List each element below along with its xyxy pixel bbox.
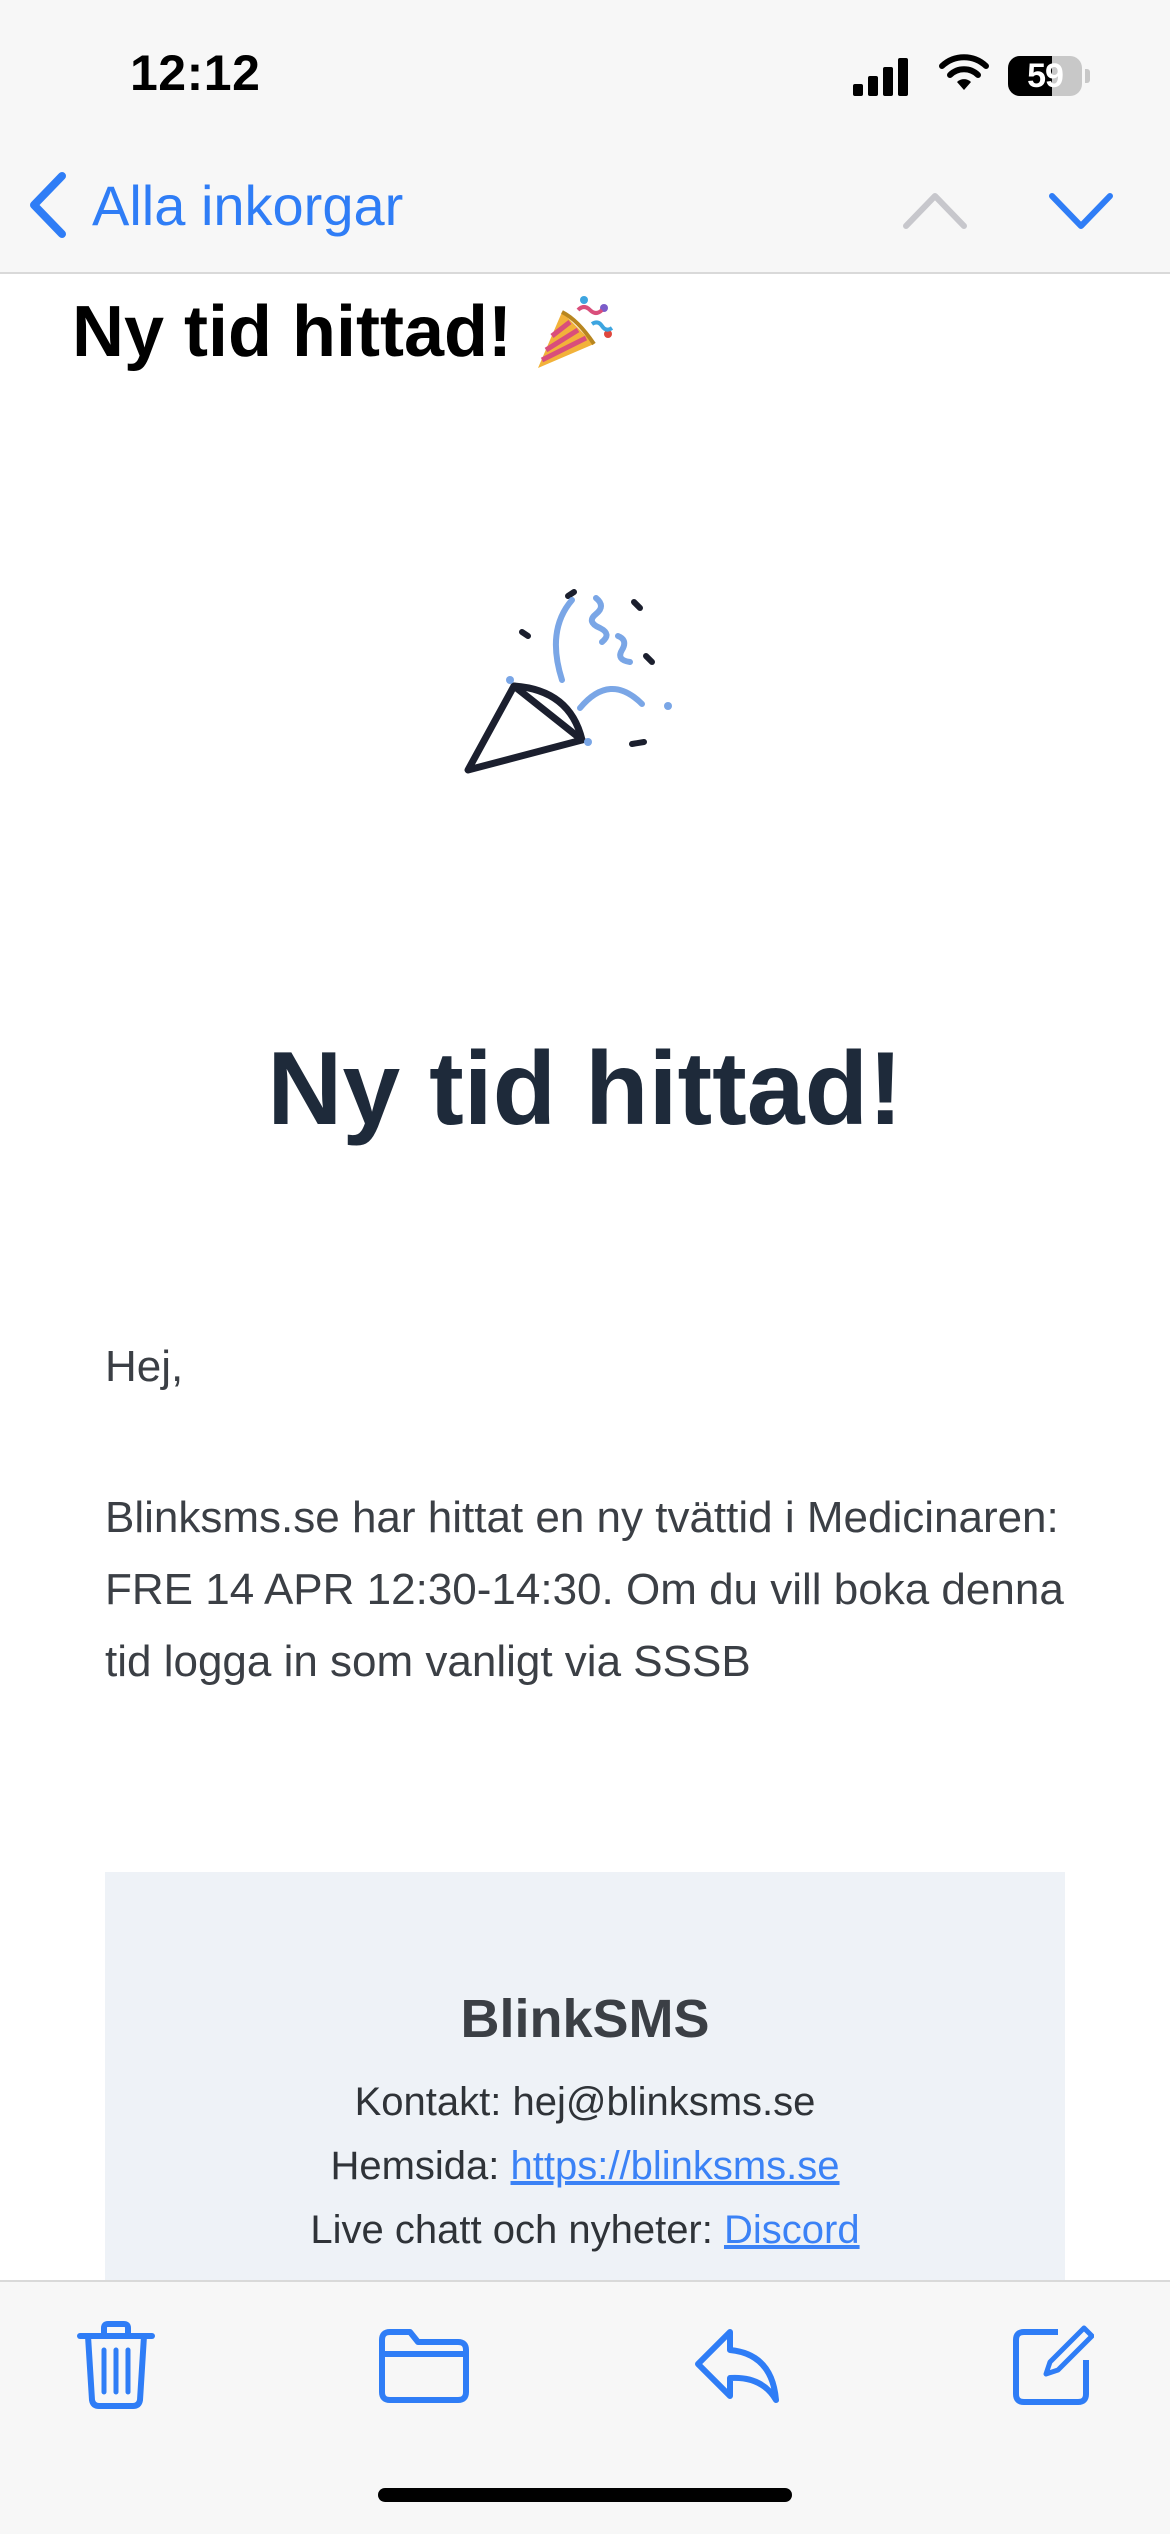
footer-contact: Kontakt: hej@blinksms.se <box>354 2080 816 2124</box>
footer-website: Hemsida: https://blinksms.se <box>105 2144 1065 2189</box>
battery-icon: 59 <box>1008 56 1090 98</box>
home-indicator[interactable] <box>378 2488 792 2502</box>
website-link[interactable]: https://blinksms.se <box>511 2144 840 2188</box>
email-greeting: Hej, <box>105 1342 184 1391</box>
trash-icon[interactable] <box>76 2320 156 2410</box>
back-label: Alla inkorgar <box>92 173 404 237</box>
status-bar: 12:12 59 <box>0 0 1170 150</box>
folder-icon[interactable] <box>376 2326 472 2406</box>
footer-title: BlinkSMS <box>460 1989 710 2049</box>
status-time: 12:12 <box>130 45 261 101</box>
footer-chat-label: Live chatt och nyheter: <box>310 2208 724 2252</box>
nav-bar: Alla inkorgar <box>0 150 1170 274</box>
chevron-left-icon <box>30 172 66 238</box>
footer-website-label: Hemsida: <box>330 2144 511 2188</box>
cellular-signal-icon <box>853 58 908 96</box>
footer-chat: Live chatt och nyheter: Discord <box>105 2208 1065 2253</box>
reply-icon[interactable] <box>692 2326 782 2406</box>
email-headline: Ny tid hittad! <box>267 1031 903 1147</box>
next-message-icon[interactable] <box>1046 180 1116 240</box>
email-body: Blinksms.se har hittat en ny tvättid i M… <box>105 1493 1064 1686</box>
footer-card: BlinkSMS Kontakt: hej@blinksms.se Hemsid… <box>105 1872 1065 2292</box>
party-popper-icon <box>537 296 614 368</box>
email-subject: Ny tid hittad! <box>72 290 616 374</box>
previous-message-icon[interactable] <box>900 180 970 240</box>
compose-icon[interactable] <box>1010 2316 1094 2406</box>
email-subject-text: Ny tid hittad! <box>72 292 512 372</box>
discord-link[interactable]: Discord <box>724 2208 860 2252</box>
battery-percent: 59 <box>1027 57 1064 95</box>
party-popper-icon <box>464 589 672 774</box>
back-button[interactable]: Alla inkorgar <box>26 170 403 240</box>
wifi-icon <box>939 54 989 90</box>
